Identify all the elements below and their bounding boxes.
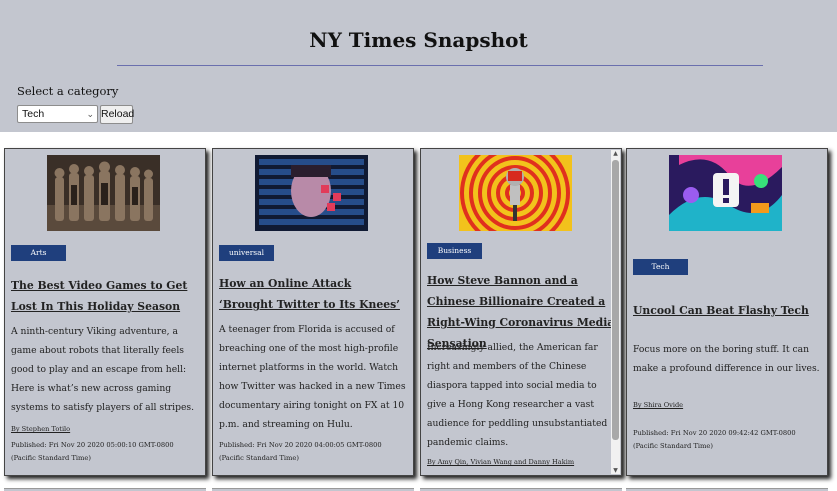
card-scrollbar[interactable]: ▲ ▼ (611, 150, 620, 474)
article-card: universal How an Online Attack ‘Brought … (212, 148, 414, 476)
article-byline: By Shira Ovide (633, 401, 684, 409)
article-image[interactable] (255, 155, 368, 231)
category-select[interactable]: Tech ⌄ (17, 105, 98, 123)
section-badge[interactable]: Business (427, 243, 482, 259)
article-abstract: Increasingly allied, the American far ri… (427, 342, 608, 448)
article-byline: By Stephen Totilo (11, 425, 71, 433)
chevron-down-icon: ⌄ (86, 109, 94, 119)
category-label: Select a category (17, 84, 119, 98)
article-published: Published: Fri Nov 20 2020 09:42:42 GMT-… (633, 429, 796, 450)
category-select-value: Tech (22, 108, 45, 120)
article-card: Business How Steve Bannon and a Chinese … (420, 148, 622, 476)
section-badge[interactable]: Arts (11, 245, 66, 261)
page-title: NY Times Snapshot (309, 28, 528, 52)
article-headline[interactable]: Uncool Can Beat Flashy Tech (633, 300, 821, 321)
article-image[interactable] (459, 155, 572, 231)
scrollbar-thumb[interactable] (612, 160, 619, 440)
title-divider (117, 65, 763, 66)
article-headline[interactable]: How an Online Attack ‘Brought Twitter to… (219, 273, 407, 315)
arrow-up-icon[interactable]: ▲ (611, 150, 620, 157)
article-abstract: A teenager from Florida is accused of br… (219, 324, 406, 430)
article-headline[interactable]: The Best Video Games to Get Lost In This… (11, 275, 199, 317)
section-badge[interactable]: universal (219, 245, 274, 261)
article-image[interactable] (47, 155, 160, 231)
page-header: NY Times Snapshot Select a category Tech… (0, 0, 837, 132)
article-image[interactable] (669, 155, 782, 231)
article-card: Tech Uncool Can Beat Flashy Tech Focus m… (626, 148, 828, 476)
article-abstract: A ninth-century Viking adventure, a game… (11, 326, 195, 413)
article-published: Published: Fri Nov 20 2020 05:00:10 GMT-… (11, 441, 174, 462)
arrow-down-icon[interactable]: ▼ (611, 467, 620, 474)
reload-button[interactable]: Reload (100, 105, 134, 124)
section-badge[interactable]: Tech (633, 259, 688, 275)
article-card: Arts The Best Video Games to Get Lost In… (4, 148, 206, 476)
article-published: Published: Fri Nov 20 2020 04:00:05 GMT-… (219, 441, 382, 462)
article-abstract: Focus more on the boring stuff. It can m… (633, 344, 820, 374)
article-byline: By Amy Qin, Vivian Wang and Danny Hakim (427, 458, 575, 466)
